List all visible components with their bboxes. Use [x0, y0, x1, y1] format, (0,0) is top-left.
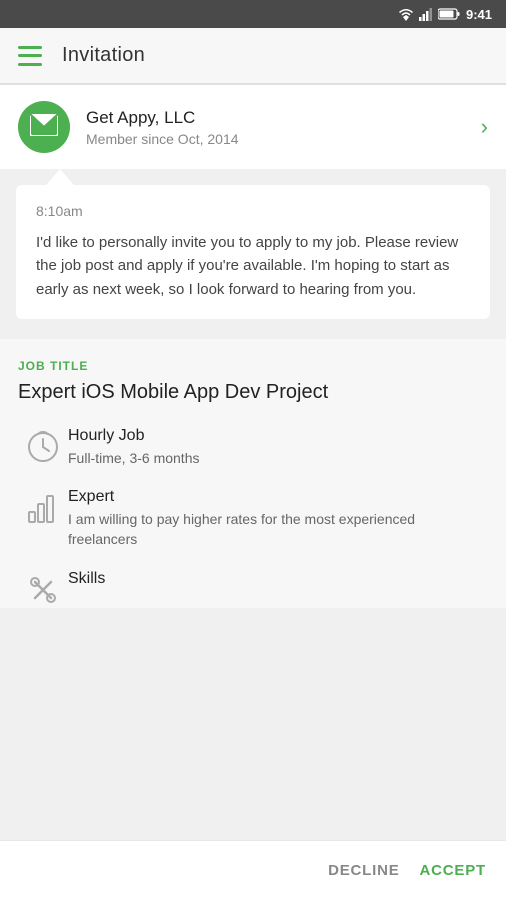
menu-button[interactable] [18, 46, 42, 66]
company-row[interactable]: Get Appy, LLC Member since Oct, 2014 › [0, 85, 506, 169]
skills-title: Skills [68, 570, 105, 588]
message-text: I'd like to personally invite you to app… [36, 231, 470, 301]
message-section: 8:10am I'd like to personally invite you… [0, 169, 506, 339]
header: Invitation [0, 28, 506, 84]
job-item-hourly: Hourly Job Full-time, 3-6 months [18, 427, 488, 468]
message-bubble: 8:10am I'd like to personally invite you… [16, 185, 490, 319]
hourly-job-title: Hourly Job [68, 427, 199, 445]
bubble-arrow [46, 169, 74, 185]
expert-desc: I am willing to pay higher rates for the… [68, 509, 488, 550]
job-details: JOB TITLE Expert iOS Mobile App Dev Proj… [0, 339, 506, 608]
job-title-label: JOB TITLE [18, 359, 488, 373]
tools-icon [18, 570, 68, 608]
bars-icon [18, 488, 68, 526]
job-title-text: Expert iOS Mobile App Dev Project [18, 379, 488, 405]
company-member-since: Member since Oct, 2014 [86, 131, 471, 147]
status-icons [398, 7, 460, 21]
page-title: Invitation [62, 44, 145, 67]
company-avatar [18, 101, 70, 153]
envelope-icon [30, 114, 58, 141]
clock-icon [18, 427, 68, 465]
decline-button[interactable]: DECLINE [328, 862, 399, 879]
job-item-skills: Skills [18, 570, 488, 608]
battery-icon [438, 8, 460, 20]
job-item-expert: Expert I am willing to pay higher rates … [18, 488, 488, 550]
chevron-right-icon: › [481, 114, 488, 140]
company-info: Get Appy, LLC Member since Oct, 2014 [86, 108, 471, 147]
status-bar: 9:41 [0, 0, 506, 28]
expert-title: Expert [68, 488, 488, 506]
signal-icon [419, 8, 433, 21]
skills-content: Skills [68, 570, 105, 591]
action-bar: DECLINE ACCEPT [0, 840, 506, 900]
accept-button[interactable]: ACCEPT [420, 862, 486, 879]
expert-content: Expert I am willing to pay higher rates … [68, 488, 488, 550]
message-time: 8:10am [36, 203, 470, 219]
company-name: Get Appy, LLC [86, 108, 471, 128]
wifi-icon [398, 7, 414, 21]
hourly-job-content: Hourly Job Full-time, 3-6 months [68, 427, 199, 468]
hourly-job-desc: Full-time, 3-6 months [68, 448, 199, 468]
status-time: 9:41 [466, 7, 492, 22]
